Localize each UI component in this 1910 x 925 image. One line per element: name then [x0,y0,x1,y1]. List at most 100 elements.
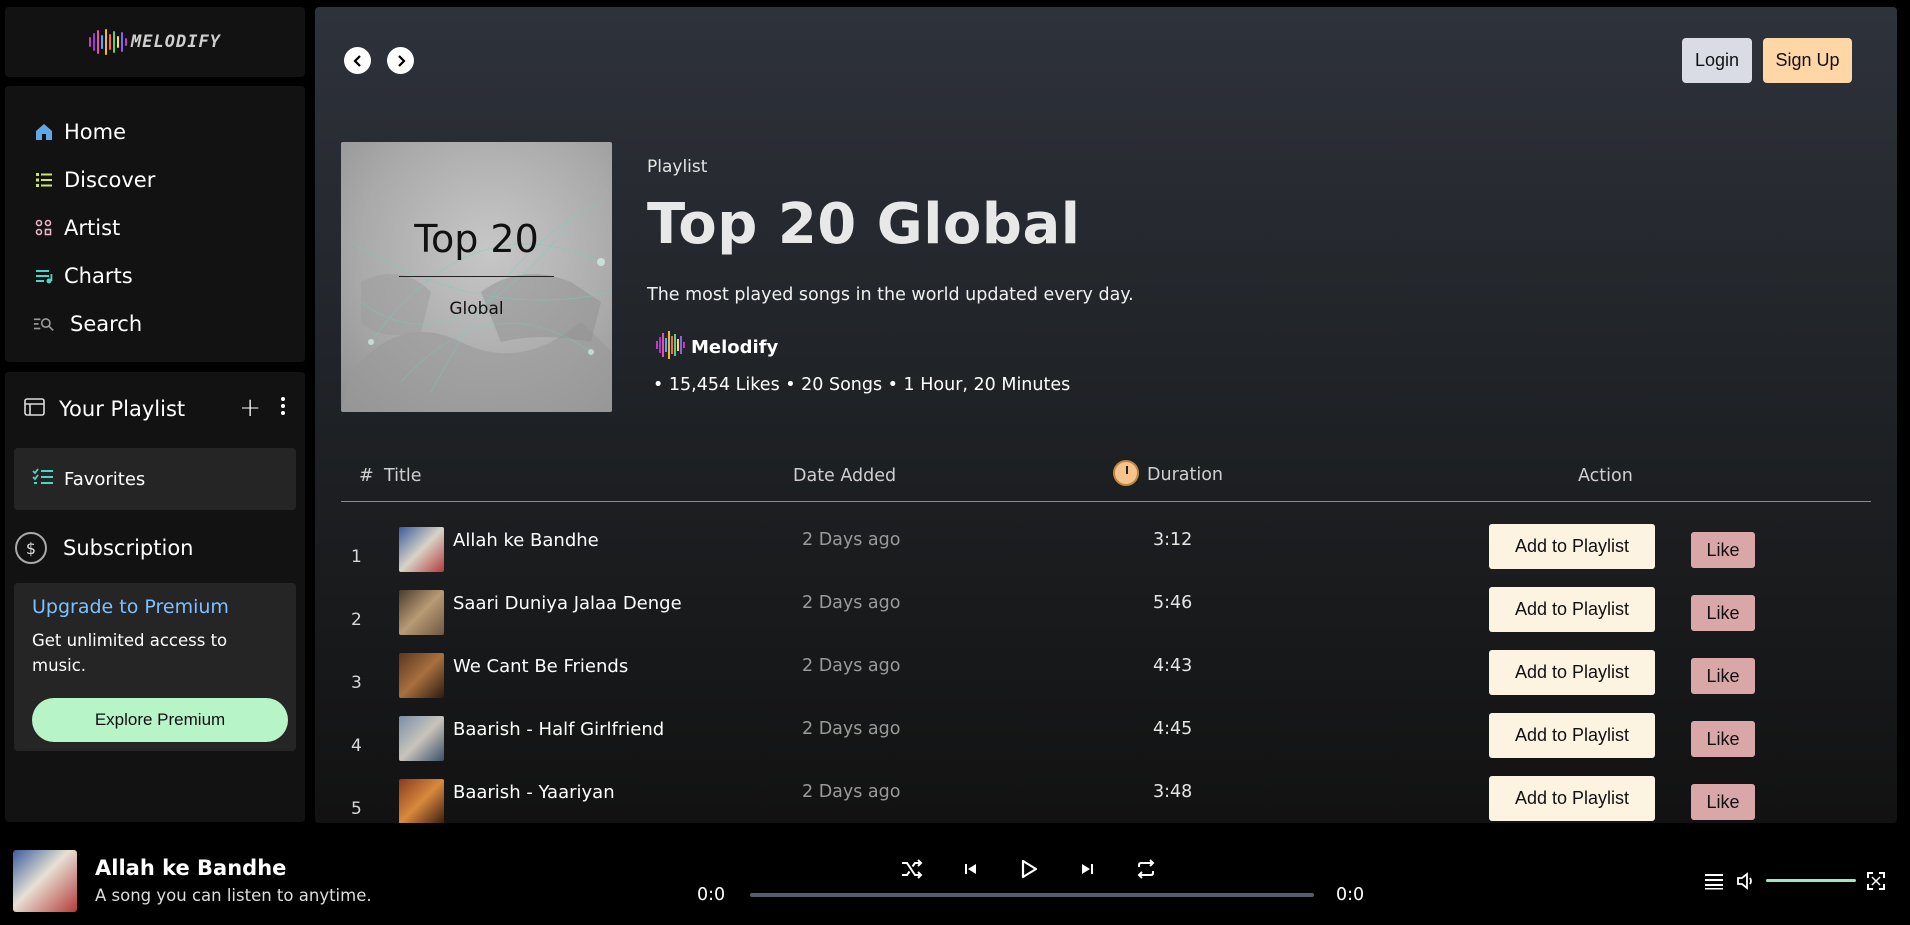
track-date: 2 Days ago [802,593,901,613]
sidebar: MELODIFY Home Discover Artist Charts Sea… [0,0,310,835]
track-row[interactable]: 1 Allah ke Bandhe 2 Days ago 3:12 Add to… [341,524,1871,590]
previous-icon[interactable] [957,855,985,883]
owner-logo-icon [653,327,689,367]
shuffle-icon[interactable] [898,855,926,883]
col-date-added: Date Added [793,466,897,486]
next-icon[interactable] [1073,855,1101,883]
playlist-stats: • 15,454 Likes • 20 Songs • 1 Hour, 20 M… [653,375,1071,395]
nav-item-charts[interactable]: Charts [5,252,305,300]
add-to-playlist-button[interactable]: Add to Playlist [1489,524,1655,569]
premium-title[interactable]: Upgrade to Premium [32,596,278,618]
nav-item-discover[interactable]: Discover [5,156,305,204]
progress-slider[interactable] [750,893,1314,897]
now-playing-subtitle: A song you can listen to anytime. [95,886,372,905]
add-to-playlist-button[interactable]: Add to Playlist [1489,713,1655,758]
cover-subtitle: Global [449,299,504,319]
logo-text: MELODIFY [131,32,221,52]
volume-slider[interactable] [1766,879,1856,882]
track-title[interactable]: Baarish - Half Girlfriend [453,719,664,740]
track-number: 3 [351,673,362,693]
playlist-kind: Playlist [647,157,708,177]
repeat-icon[interactable] [1132,855,1160,883]
library-title: Your Playlist [59,397,186,421]
subscription-label: Subscription [63,536,194,560]
logo[interactable]: MELODIFY [5,7,305,77]
track-date: 2 Days ago [802,782,901,802]
login-button[interactable]: Login [1682,38,1752,83]
track-number: 1 [351,547,362,567]
main-nav: Home Discover Artist Charts Search [5,86,305,362]
track-thumbnail [399,779,444,823]
cover-title: Top 20 [414,217,539,261]
grid-icon [33,217,55,239]
like-button[interactable]: Like [1691,658,1755,694]
like-button[interactable]: Like [1691,721,1755,757]
explore-premium-button[interactable]: Explore Premium [32,698,288,742]
now-playing-thumbnail [13,850,77,912]
track-thumbnail [399,716,444,761]
forward-button[interactable] [387,47,414,74]
queue-music-icon [33,265,55,287]
add-to-playlist-button[interactable]: Add to Playlist [1489,650,1655,695]
library-panel: Your Playlist + Favorites $ Subscription… [5,372,305,822]
col-duration-label: Duration [1147,465,1224,485]
auth-buttons: Login Sign Up [1682,38,1852,83]
nav-item-home[interactable]: Home [5,108,305,156]
track-number: 2 [351,610,362,630]
track-duration: 4:45 [1153,719,1193,739]
track-duration: 3:48 [1153,782,1193,802]
playlist-info: Playlist Top 20 Global The most played s… [647,157,1134,395]
like-button[interactable]: Like [1691,532,1755,568]
track-row[interactable]: 2 Saari Duniya Jalaa Denge 2 Days ago 5:… [341,587,1871,653]
playlist-item-favorites[interactable]: Favorites [14,448,296,510]
current-time: 0:0 [697,885,726,905]
like-button[interactable]: Like [1691,595,1755,631]
queue-icon[interactable] [1704,871,1724,895]
track-number: 4 [351,736,362,756]
playlist-title: Top 20 Global [647,192,1081,257]
signup-button[interactable]: Sign Up [1763,38,1852,83]
add-to-playlist-button[interactable]: Add to Playlist [1489,776,1655,821]
track-title[interactable]: Saari Duniya Jalaa Denge [453,593,682,614]
like-button[interactable]: Like [1691,784,1755,820]
track-table-header: # Title Date Added Duration Action [341,452,1871,502]
history-nav [344,47,414,74]
play-icon[interactable] [1015,855,1043,883]
playlist-owner[interactable]: Melodify [653,327,1134,367]
nav-item-artist[interactable]: Artist [5,204,305,252]
track-date: 2 Days ago [802,656,901,676]
search-list-icon [33,313,55,335]
add-to-playlist-button[interactable]: Add to Playlist [1489,587,1655,632]
clock-icon [1113,460,1139,486]
track-thumbnail [399,590,444,635]
add-playlist-icon[interactable]: + [239,393,261,423]
col-action: Action [1578,466,1633,486]
col-title: Title [384,466,422,486]
track-title[interactable]: Baarish - Yaariyan [453,782,615,803]
dollar-icon: $ [15,532,47,564]
nav-item-search[interactable]: Search [5,300,305,348]
player-bar: Allah ke Bandhe A song you can listen to… [0,835,1910,925]
track-date: 2 Days ago [802,719,901,739]
main-content: Login Sign Up Top 20 Global Playlist Top… [315,7,1897,823]
total-time: 0:0 [1336,885,1365,905]
track-row[interactable]: 4 Baarish - Half Girlfriend 2 Days ago 4… [341,713,1871,779]
track-row[interactable]: 5 Baarish - Yaariyan 2 Days ago 3:48 Add… [341,776,1871,823]
track-row[interactable]: 3 We Cant Be Friends 2 Days ago 4:43 Add… [341,650,1871,716]
track-title[interactable]: We Cant Be Friends [453,656,628,677]
subscription-link[interactable]: $ Subscription [15,532,193,564]
track-title[interactable]: Allah ke Bandhe [453,530,599,551]
fullscreen-icon[interactable] [1867,872,1885,894]
track-number: 5 [351,799,362,819]
volume-icon[interactable] [1735,870,1757,896]
col-num: # [359,466,374,486]
track-thumbnail [399,653,444,698]
chevron-left-icon [352,54,361,67]
nav-label: Charts [64,264,133,288]
track-thumbnail [399,527,444,572]
more-options-icon[interactable] [281,397,285,415]
premium-card: Upgrade to Premium Get unlimited access … [14,583,296,751]
track-duration: 5:46 [1153,593,1193,613]
list-icon [33,169,55,191]
back-button[interactable] [344,47,371,74]
